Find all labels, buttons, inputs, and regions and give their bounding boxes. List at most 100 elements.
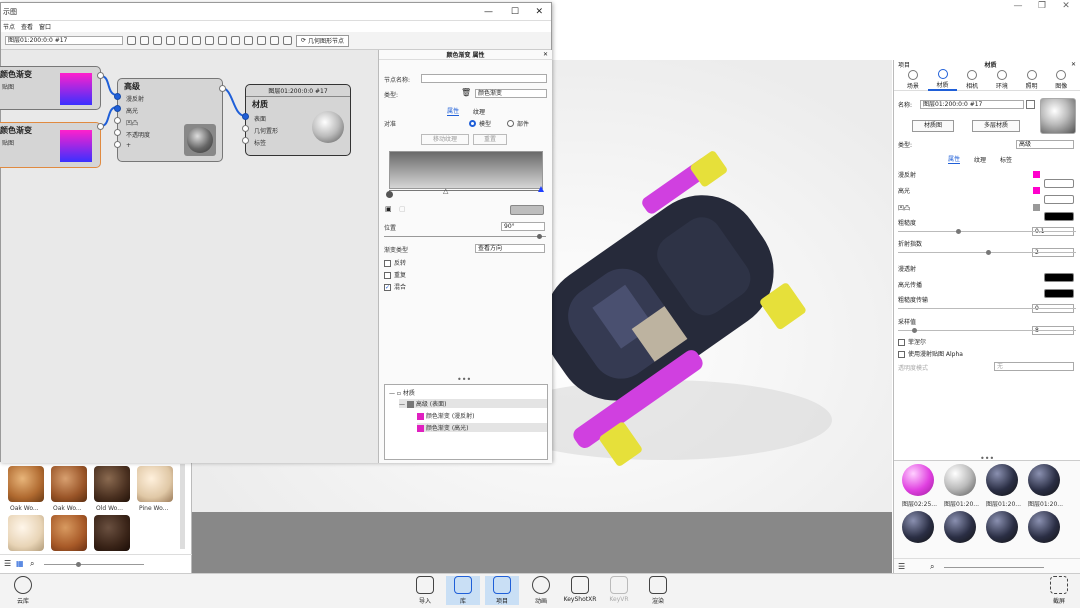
- dialog-maximize-icon[interactable]: ☐: [511, 7, 519, 17]
- bump-port[interactable]: [114, 117, 121, 124]
- add-port[interactable]: [114, 141, 121, 148]
- grid-view-icon[interactable]: ▦: [16, 559, 24, 568]
- trash-icon[interactable]: 🗑: [461, 88, 471, 97]
- invert-checkbox[interactable]: 反转: [384, 258, 406, 267]
- reset-button[interactable]: 重置: [473, 134, 507, 145]
- material-select[interactable]: 图层01:200:0:0 #17: [5, 36, 123, 45]
- search-icon[interactable]: ⌕: [930, 562, 934, 572]
- material-thumb[interactable]: [1028, 511, 1060, 543]
- geometry-node-button[interactable]: ⟳ 几何图形节点: [296, 34, 350, 47]
- ior-slider[interactable]: [898, 250, 1076, 255]
- properties-close-icon[interactable]: ✕: [543, 51, 548, 58]
- material-thumb[interactable]: [986, 464, 1018, 496]
- move-texture-button[interactable]: 移动纹理: [421, 134, 469, 145]
- gradient-midpoint[interactable]: △: [443, 187, 448, 195]
- surface-port[interactable]: [242, 113, 249, 120]
- save-icon[interactable]: [1026, 100, 1035, 109]
- thumb-size-slider[interactable]: [944, 567, 1044, 568]
- gradient-editor[interactable]: [389, 151, 543, 189]
- node-icon[interactable]: [153, 36, 162, 45]
- panel-close-icon[interactable]: ✕: [1071, 61, 1076, 68]
- menu-view[interactable]: 查看: [21, 22, 33, 31]
- collapse-icon[interactable]: [270, 36, 279, 45]
- name-field[interactable]: 图层01:200:0:0 #17: [920, 100, 1024, 109]
- list-view-icon[interactable]: ☰: [898, 562, 905, 571]
- diffuse-texture-icon[interactable]: [1033, 171, 1040, 178]
- project-button[interactable]: 项目: [485, 576, 519, 605]
- keyvr-button[interactable]: KeyVR: [602, 576, 636, 603]
- transmission-roughness-slider[interactable]: [898, 308, 1076, 309]
- material-thumb[interactable]: [1028, 464, 1060, 496]
- multi-material-button[interactable]: 多层材质: [972, 120, 1020, 132]
- subtab-label[interactable]: 标签: [1000, 155, 1012, 164]
- library-texture[interactable]: [8, 466, 44, 502]
- stop-color-swatch[interactable]: [510, 205, 544, 215]
- diffuse-alpha-checkbox[interactable]: 使用漫射贴图 Alpha: [898, 349, 963, 358]
- tab-image[interactable]: 图像: [1046, 69, 1076, 90]
- position-slider[interactable]: [384, 234, 546, 239]
- specular-texture-icon[interactable]: [1033, 187, 1040, 194]
- position-field[interactable]: 90°: [501, 222, 545, 231]
- target-icon[interactable]: [166, 36, 175, 45]
- import-button[interactable]: 导入: [408, 576, 442, 605]
- repeat-checkbox[interactable]: 重复: [384, 270, 406, 279]
- tree-leaf[interactable]: 颜色渐变 (高光): [417, 423, 547, 432]
- copy-icon[interactable]: [205, 36, 214, 45]
- output-port[interactable]: [97, 123, 104, 130]
- gradient-stop-selected[interactable]: [538, 186, 544, 192]
- library-texture[interactable]: [137, 466, 173, 502]
- animation-button[interactable]: 动画: [524, 576, 558, 605]
- screenshot-button[interactable]: 截屏: [1042, 576, 1076, 605]
- restore-icon[interactable]: ❐: [1032, 1, 1052, 11]
- opacity-port[interactable]: [114, 129, 121, 136]
- tab-material[interactable]: 材质: [927, 68, 958, 91]
- texture-icon[interactable]: ▣: [385, 205, 392, 213]
- delete-stop-icon[interactable]: ▢: [399, 205, 406, 213]
- fresnel-checkbox[interactable]: 菲涅尔: [898, 337, 926, 346]
- tab-lighting[interactable]: 照明: [1017, 69, 1047, 90]
- blend-checkbox[interactable]: ✓ 混合: [384, 282, 406, 291]
- library-texture[interactable]: [51, 466, 87, 502]
- sphere-icon[interactable]: [140, 36, 149, 45]
- tab-scene[interactable]: 场景: [898, 69, 928, 90]
- align-part-radio[interactable]: 部件: [507, 119, 529, 128]
- tree-root[interactable]: — ▫ 材质: [389, 388, 415, 397]
- material-thumb[interactable]: [902, 511, 934, 543]
- render-button[interactable]: 渲染: [641, 576, 675, 605]
- library-texture[interactable]: [51, 515, 87, 551]
- diffuse-port[interactable]: [114, 93, 121, 100]
- library-texture[interactable]: [94, 466, 130, 502]
- library-texture[interactable]: [94, 515, 130, 551]
- zoom-icon[interactable]: [179, 36, 188, 45]
- close-icon[interactable]: ✕: [1056, 1, 1076, 11]
- type-select[interactable]: 高级: [1016, 140, 1074, 149]
- material-node[interactable]: 图层01:200:0:0 #17 材质 表面 几何置形 标签: [242, 84, 351, 156]
- dialog-minimize-icon[interactable]: —: [484, 7, 493, 17]
- fit-icon[interactable]: [257, 36, 266, 45]
- splitter-handle[interactable]: •••: [457, 375, 471, 384]
- library-size-slider[interactable]: [44, 562, 144, 567]
- subtab-properties[interactable]: 属性: [948, 154, 961, 164]
- tree-leaf[interactable]: 颜色渐变 (漫反射): [417, 411, 475, 420]
- transparency-select[interactable]: 无: [994, 362, 1074, 371]
- label-port[interactable]: [242, 137, 249, 144]
- align-model-radio[interactable]: 模型: [469, 119, 491, 128]
- roughness-slider[interactable]: [898, 229, 1076, 234]
- search-icon[interactable]: ⌕: [30, 559, 34, 569]
- tab-texture[interactable]: 纹理: [473, 107, 485, 116]
- layout-icon[interactable]: [192, 36, 201, 45]
- node-name-field[interactable]: [421, 74, 547, 83]
- save-icon[interactable]: [127, 36, 136, 45]
- node-type-select[interactable]: 颜色渐变: [475, 89, 547, 98]
- output-port[interactable]: [219, 85, 226, 92]
- delete-icon[interactable]: [218, 36, 227, 45]
- minimize-icon[interactable]: —: [1008, 1, 1028, 11]
- bump-texture-icon[interactable]: [1033, 204, 1040, 211]
- tab-camera[interactable]: 相机: [957, 69, 987, 90]
- paste-icon[interactable]: [231, 36, 240, 45]
- cut-icon[interactable]: [283, 36, 292, 45]
- subtab-texture[interactable]: 纹理: [974, 155, 986, 164]
- gradient-stop[interactable]: [386, 191, 393, 198]
- list-view-icon[interactable]: ☰: [4, 559, 11, 568]
- cloud-library-button[interactable]: 云库: [6, 576, 40, 605]
